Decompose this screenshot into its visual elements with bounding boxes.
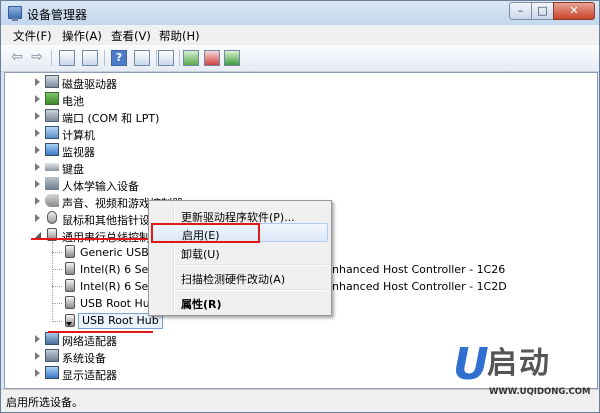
menu-bar: 文件(F) 操作(A) 查看(V) 帮助(H) <box>1 25 599 46</box>
tree-item-label: 通用串行总线控制器 <box>62 229 161 245</box>
usb-device-icon <box>65 245 75 258</box>
usb-device-icon <box>65 296 75 309</box>
disk-drive-icon <box>45 75 59 88</box>
disabled-device-icon <box>66 322 72 326</box>
tree-item-label: 系统设备 <box>62 352 106 365</box>
menu-item-label: 卸载(U) <box>181 248 220 261</box>
tree-item-label: 人体学输入设备 <box>62 180 139 193</box>
expand-icon[interactable] <box>35 335 40 343</box>
logo-brand: 启动 <box>487 346 551 381</box>
update-driver-icon[interactable] <box>183 50 199 66</box>
annotation-underline <box>31 238 151 240</box>
logo-url: WWW.UQIDONG.COM <box>489 387 591 397</box>
scope-pane-icon[interactable] <box>134 50 150 66</box>
menu-file[interactable]: 文件(F) <box>13 28 52 44</box>
scan-hardware-icon[interactable] <box>158 50 174 66</box>
title-bar: 设备管理器 – □ ✕ <box>1 1 599 25</box>
watermark-logo: U 启动 WWW.UQIDONG.COM <box>453 339 590 401</box>
device-manager-icon <box>8 6 22 21</box>
enable-device-icon[interactable] <box>224 50 240 66</box>
toolbar-separator <box>51 50 52 66</box>
tree-item-label: 键盘 <box>62 163 84 176</box>
menu-action[interactable]: 操作(A) <box>62 28 102 44</box>
expand-icon[interactable] <box>35 112 40 120</box>
tree-item-label: 磁盘驱动器 <box>62 78 117 91</box>
toolbar-separator <box>179 50 180 66</box>
maximize-button[interactable]: □ <box>531 2 554 20</box>
toolbar: ⇦ ⇨ ? <box>1 45 599 72</box>
network-adapter-icon <box>45 332 59 345</box>
expand-icon[interactable] <box>35 163 40 171</box>
tree-connector <box>52 303 62 304</box>
menu-item-label: 扫描检测硬件改动(A) <box>181 273 286 286</box>
keyboard-icon <box>45 163 59 171</box>
expand-icon[interactable] <box>35 369 40 377</box>
system-devices-icon <box>45 349 59 362</box>
tree-item-label: 网络适配器 <box>62 335 117 348</box>
usb-device-icon <box>65 262 75 275</box>
mouse-icon <box>47 211 57 224</box>
battery-icon <box>45 92 59 105</box>
device-name-suffix: nhanced Host Controller - 1C2D <box>332 280 507 293</box>
display-adapter-icon <box>45 366 59 379</box>
device-manager-window: 设备管理器 – □ ✕ 文件(F) 操作(A) 查看(V) 帮助(H) ⇦ ⇨ … <box>0 0 600 413</box>
monitor-icon <box>45 143 59 156</box>
show-hide-console-tree-icon[interactable] <box>59 50 75 66</box>
menu-separator <box>177 264 325 266</box>
tree-item-label: 电池 <box>62 95 84 108</box>
toolbar-separator <box>156 50 157 66</box>
expand-icon[interactable] <box>35 129 40 137</box>
menu-item-label: 属性(R) <box>181 298 222 311</box>
logo-letter: U <box>453 339 489 390</box>
tree-connector <box>52 252 62 253</box>
menu-item-properties[interactable]: 属性(R) <box>152 293 328 312</box>
tree-connector <box>52 286 62 287</box>
toolbar-separator <box>104 50 105 66</box>
tree-connector <box>52 321 62 322</box>
menu-separator <box>177 289 325 291</box>
context-menu: 更新驱动程序软件(P)... 启用(E) 卸载(U) 扫描检测硬件改动(A) 属… <box>148 200 332 316</box>
menu-item-uninstall[interactable]: 卸载(U) <box>152 243 328 262</box>
computer-icon <box>45 126 59 139</box>
port-icon <box>45 109 59 122</box>
tree-item-label: 显示适配器 <box>62 369 117 382</box>
tree-item-label: 计算机 <box>62 129 95 142</box>
sound-icon <box>45 194 59 207</box>
annotation-highlight-box <box>151 223 260 243</box>
expand-icon[interactable] <box>35 78 40 86</box>
annotation-underline <box>48 331 153 333</box>
tree-item-label: 鼠标和其他指针设备 <box>62 214 161 227</box>
status-text: 启用所选设备。 <box>6 396 83 409</box>
expand-icon[interactable] <box>35 197 40 205</box>
hid-icon <box>45 177 59 190</box>
menu-help[interactable]: 帮助(H) <box>159 28 200 44</box>
close-button[interactable]: ✕ <box>553 2 595 20</box>
tree-item-label: USB Root Hub <box>80 297 157 310</box>
expand-icon[interactable] <box>35 180 40 188</box>
tree-connector <box>52 269 62 270</box>
tree-connector <box>52 242 53 322</box>
minimize-button[interactable]: – <box>509 2 532 20</box>
uninstall-icon[interactable] <box>204 50 220 66</box>
menu-view[interactable]: 查看(V) <box>111 28 151 44</box>
help-icon[interactable]: ? <box>111 50 127 66</box>
tree-item-label: 端口 (COM 和 LPT) <box>62 112 160 125</box>
expand-icon[interactable] <box>35 352 40 360</box>
expand-icon[interactable] <box>35 95 40 103</box>
menu-item-scan-hardware[interactable]: 扫描检测硬件改动(A) <box>152 268 328 287</box>
expand-icon[interactable] <box>35 214 40 222</box>
window-title: 设备管理器 <box>27 8 88 22</box>
tree-item-label: 监视器 <box>62 146 95 159</box>
usb-device-icon <box>65 279 75 292</box>
properties-icon[interactable] <box>82 50 98 66</box>
back-arrow-icon[interactable]: ⇦ <box>9 50 25 66</box>
expand-icon[interactable] <box>35 146 40 154</box>
device-name-suffix: nhanced Host Controller - 1C26 <box>332 263 506 276</box>
forward-arrow-icon[interactable]: ⇨ <box>29 50 45 66</box>
